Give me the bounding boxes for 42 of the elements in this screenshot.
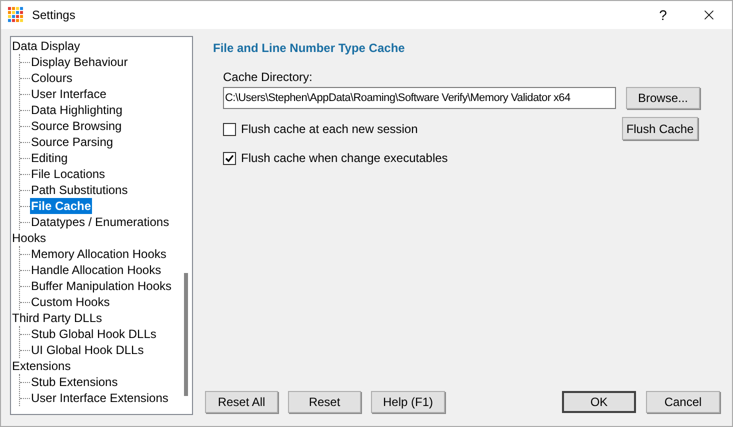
tree-item[interactable]: Memory Allocation Hooks	[30, 246, 168, 262]
dialog-button[interactable]: Reset All	[205, 391, 278, 413]
tree-item[interactable]: User Interface Extensions	[30, 390, 170, 406]
tree-item[interactable]: Datatypes / Enumerations	[30, 214, 170, 230]
tree-item[interactable]: Colours	[30, 70, 74, 86]
tree-item[interactable]: Custom Hooks	[30, 294, 111, 310]
tree-item[interactable]: Hooks	[11, 230, 48, 246]
tree-item[interactable]: Editing	[30, 150, 69, 166]
checkbox-label: Flush cache at each new session	[241, 121, 418, 138]
dialog-button[interactable]: OK	[562, 391, 636, 413]
tree-item[interactable]: User Interface	[30, 86, 108, 102]
field-label: Cache Directory:	[223, 69, 314, 86]
tree-item[interactable]: Third Party DLLs	[11, 310, 104, 326]
scrollbar-thumb[interactable]	[184, 273, 188, 396]
tree-item[interactable]: Path Substitutions	[30, 182, 129, 198]
tree-item[interactable]: UI Global Hook DLLs	[30, 342, 145, 358]
flush-cache-button[interactable]: Flush Cache	[622, 117, 698, 140]
tree-item[interactable]: Display Behaviour	[30, 54, 129, 70]
tree-item[interactable]: Source Parsing	[30, 134, 114, 150]
tree-item[interactable]: File Cache	[30, 198, 92, 214]
tree-item[interactable]: Data Highlighting	[30, 102, 124, 118]
tree-item[interactable]: Extensions	[11, 358, 72, 374]
tree-item[interactable]: Stub Extensions	[30, 374, 119, 390]
checkbox[interactable]	[223, 122, 236, 136]
dialog-button[interactable]: Help (F1)	[371, 391, 445, 413]
window-title: Settings	[32, 7, 76, 24]
browse-button[interactable]: Browse...	[626, 87, 700, 109]
checkbox[interactable]	[223, 152, 236, 164]
app-grid-icon	[8, 7, 24, 23]
section-heading: File and Line Number Type Cache	[213, 40, 406, 57]
tree-item[interactable]: File Locations	[30, 166, 106, 182]
checkbox-label: Flush cache when change executables	[241, 150, 448, 167]
directory-field[interactable]: C:\Users\Stephen\AppData\Roaming\Software Verify\Memory Validator x64	[223, 87, 616, 109]
dialog-button[interactable]: Reset	[288, 391, 361, 413]
tree-item[interactable]: Buffer Manipulation Hooks	[30, 278, 173, 294]
tree-item[interactable]: Stub Global Hook DLLs	[30, 326, 158, 342]
tree-item[interactable]: Source Browsing	[30, 118, 123, 134]
check-icon	[225, 154, 234, 162]
help-button[interactable]: ?	[640, 1, 686, 29]
tree-item[interactable]: Data Display	[11, 38, 82, 54]
dialog-button[interactable]: Cancel	[646, 391, 720, 413]
tree-item[interactable]: Handle Allocation Hooks	[30, 262, 162, 278]
